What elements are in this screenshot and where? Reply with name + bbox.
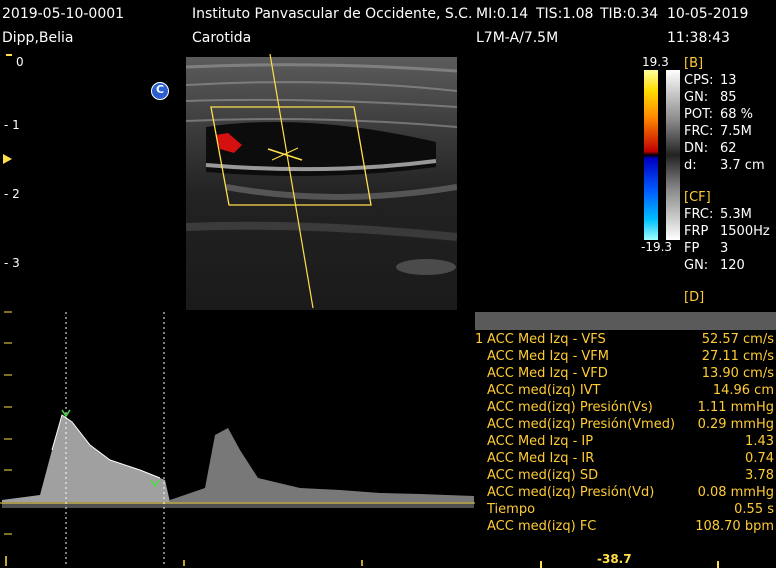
depth-label-2: - 2 xyxy=(4,187,20,201)
study-id: 2019-05-10-0001 xyxy=(2,6,125,22)
depth-label-0: 0 xyxy=(16,55,24,69)
measurement-row: ACC med(izq) IVT 14.96 cm xyxy=(487,383,774,398)
measurement-row: ACC med(izq) Presión(Vs) 1.11 mmHg xyxy=(487,400,774,415)
doppler-spectrum xyxy=(0,311,475,566)
measurement-row: ACC med(izq) Presión(Vd) 0.08 mmHg xyxy=(487,485,774,500)
color-gray-bar xyxy=(666,70,680,240)
cf-param-value: 120 xyxy=(720,258,745,273)
depth-label-1: - 1 xyxy=(4,118,20,132)
color-bar-max: 19.3 xyxy=(642,55,669,69)
measurement-row: ACC Med Izq - IP 1.43 xyxy=(487,434,774,449)
cf-param-value: 1500Hz xyxy=(720,224,770,239)
tib-readout: TIB:0.34 xyxy=(600,6,659,22)
cf-param-value: 3 xyxy=(720,241,729,256)
exam-date: 10-05-2019 xyxy=(667,6,749,22)
d-section-label: [D] xyxy=(684,290,705,305)
spectrum-bottom-value: -38.7 xyxy=(597,552,632,566)
b-param-label: POT: xyxy=(684,107,713,122)
b-param-value: 7.5M xyxy=(720,124,752,139)
measurements-table: 1 ACC Med Izq - VFS 52.57 cm/s ACC Med I… xyxy=(475,332,776,536)
color-mode-marker-icon: C xyxy=(151,82,169,100)
time-tick xyxy=(717,561,719,568)
color-box-overlay xyxy=(210,53,372,309)
measurement-row: ACC med(izq) Presión(Vmed) 0.29 mmHg xyxy=(487,417,774,432)
measurement-row: ACC Med Izq - IR 0.74 xyxy=(487,451,774,466)
tis-readout: TIS:1.08 xyxy=(536,6,594,22)
measurement-row: Tiempo 0.55 s xyxy=(487,502,774,517)
b-param-value: 3.7 cm xyxy=(720,158,765,173)
color-mode-marker-label: C xyxy=(156,83,165,96)
measurement-row: ACC med(izq) SD 3.78 xyxy=(487,468,774,483)
institution-name: Instituto Panvascular de Occidente, S.C. xyxy=(192,6,473,22)
measurements-header-bar xyxy=(475,312,776,330)
b-section-label: [B] xyxy=(684,56,704,71)
b-param-value: 13 xyxy=(720,73,737,88)
exam-time: 11:38:43 xyxy=(667,30,730,46)
cf-param-label: FRP xyxy=(684,224,709,239)
measurement-row: 1 ACC Med Izq - VFS 52.57 cm/s xyxy=(475,332,774,347)
cf-param-label: FRC: xyxy=(684,207,714,222)
b-param-label: CPS: xyxy=(684,73,714,88)
patient-name: Dipp,Belia xyxy=(2,30,74,46)
color-velocity-bar xyxy=(644,70,658,240)
color-bar-min: -19.3 xyxy=(641,240,673,254)
focus-marker-icon xyxy=(3,154,12,164)
b-param-label: d: xyxy=(684,158,697,173)
b-param-label: DN: xyxy=(684,141,709,156)
b-param-value: 62 xyxy=(720,141,737,156)
measurement-row: ACC Med Izq - VFD 13.90 cm/s xyxy=(487,366,774,381)
depth-label-3: - 3 xyxy=(4,256,20,270)
b-param-value: 85 xyxy=(720,90,737,105)
b-param-label: GN: xyxy=(684,90,709,105)
time-tick xyxy=(540,561,542,568)
measurement-row: ACC med(izq) FC 108.70 bpm xyxy=(487,519,774,534)
b-param-label: FRC: xyxy=(684,124,714,139)
probe-name: L7M-A/7.5M xyxy=(476,30,559,46)
measurement-row: ACC Med Izq - VFM 27.11 cm/s xyxy=(487,349,774,364)
cf-param-value: 5.3M xyxy=(720,207,752,222)
b-param-value: 68 % xyxy=(720,107,754,122)
cf-param-label: GN: xyxy=(684,258,709,273)
cf-param-label: FP xyxy=(684,241,700,256)
exam-type: Carotida xyxy=(192,30,252,46)
depth-top-marker xyxy=(6,54,12,56)
mi-readout: MI:0.14 xyxy=(476,6,529,22)
cf-section-label: [CF] xyxy=(684,190,711,205)
